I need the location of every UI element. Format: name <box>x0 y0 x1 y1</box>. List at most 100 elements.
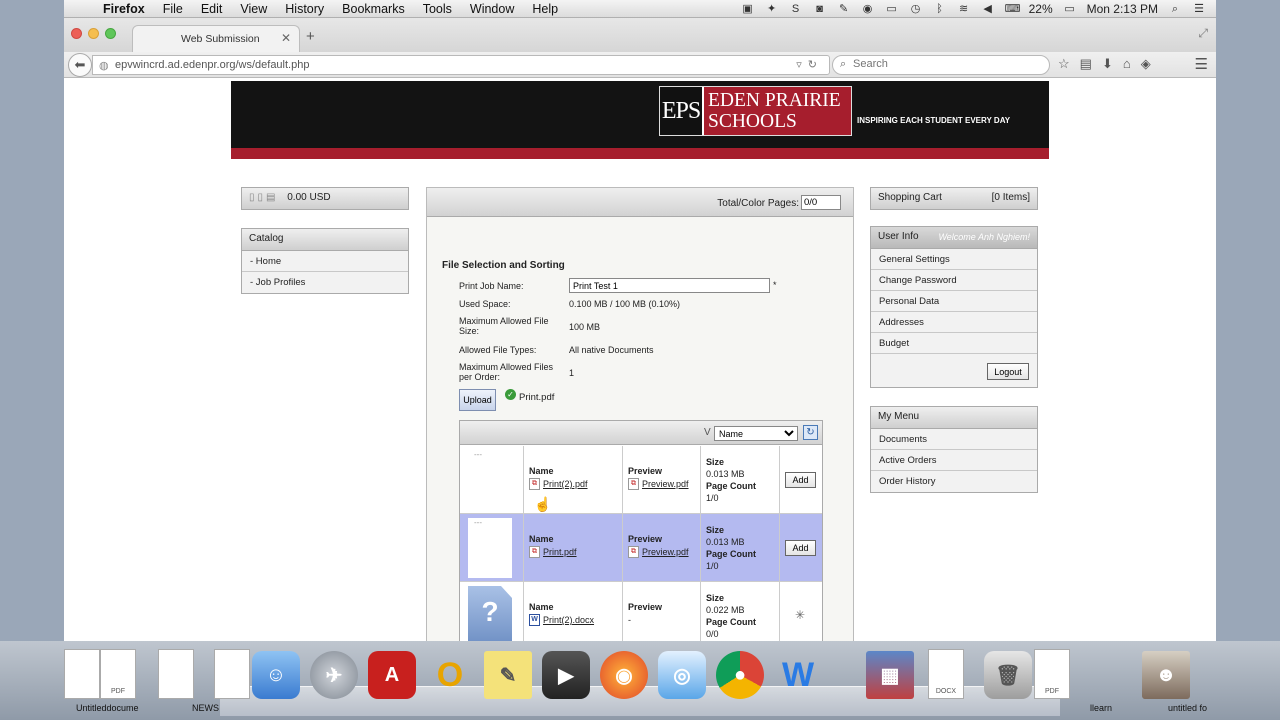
menu-view[interactable]: View <box>231 2 276 16</box>
tab-web-submission[interactable]: Web Submission ✕ <box>132 25 300 52</box>
menubar-clock[interactable]: Mon 2:13 PM <box>1087 2 1158 16</box>
desktop-pdf-icon[interactable]: PDF <box>1034 649 1070 699</box>
file-link[interactable]: ⧉ Print(2).pdf <box>529 478 588 490</box>
file-link[interactable]: W Print(2).docx <box>529 614 594 626</box>
bluetooth-icon[interactable]: ᛒ <box>933 3 947 15</box>
file-name-link[interactable]: Print(2).docx <box>543 615 594 625</box>
menu-budget[interactable]: Budget <box>871 333 1037 354</box>
preview-link[interactable]: ⧉ Preview.pdf <box>628 478 689 490</box>
file-row[interactable]: --- Name ⧉ Print(2).pdf Preview ⧉ Preview.… <box>460 446 822 514</box>
catalog-item-job-profiles[interactable]: - Job Profiles <box>242 272 408 293</box>
menu-edit[interactable]: Edit <box>192 2 232 16</box>
camera-icon[interactable]: ▣ <box>741 3 755 15</box>
minimized-window-icon[interactable]: ▦ <box>866 651 914 699</box>
eps-logo[interactable]: EPS EDEN PRAIRIE SCHOOLS <box>659 86 852 136</box>
evernote-icon[interactable]: ✎ <box>837 3 851 15</box>
dropbox-icon[interactable]: ✦ <box>765 3 779 15</box>
menu-documents[interactable]: Documents <box>871 429 1037 450</box>
stickies-icon[interactable]: ✎ <box>484 651 532 699</box>
photo-thumbnail-icon[interactable]: ☻ <box>1142 651 1190 699</box>
download-icon[interactable]: ⬇ <box>1102 56 1113 72</box>
battery-percent[interactable]: 22% <box>1029 2 1053 16</box>
upload-button[interactable]: Upload <box>459 389 496 411</box>
menu-tools[interactable]: Tools <box>414 2 461 16</box>
shopping-cart-label[interactable]: Shopping Cart <box>878 188 942 209</box>
preview-link[interactable]: ⧉ Preview.pdf <box>628 546 689 558</box>
volume-icon[interactable]: ◀ <box>981 3 995 15</box>
catalog-item-home[interactable]: - Home <box>242 251 408 272</box>
home-icon[interactable]: ⌂ <box>1123 56 1131 72</box>
zoom-window-button[interactable] <box>105 28 116 39</box>
file-name-link[interactable]: Print(2).pdf <box>543 479 588 489</box>
screen-icon[interactable]: ▭ <box>885 3 899 15</box>
trash-icon[interactable]: 🗑 <box>984 651 1032 699</box>
menu-help[interactable]: Help <box>523 2 567 16</box>
outlook-icon[interactable]: O <box>426 651 474 699</box>
logout-button[interactable]: Logout <box>987 363 1029 380</box>
file-name-link[interactable]: Print.pdf <box>543 547 577 557</box>
file-row[interactable]: ? Name W Print(2).docx Preview - Size 0.0… <box>460 582 822 641</box>
file-link[interactable]: ⧉ Print.pdf <box>529 546 577 558</box>
add-button[interactable]: Add <box>785 472 816 488</box>
shopping-cart-box[interactable]: Shopping Cart [0 Items] <box>870 187 1038 210</box>
url-text[interactable]: epvwincrd.ad.edenpr.org/ws/default.php <box>115 59 309 71</box>
menu-change-password[interactable]: Change Password <box>871 270 1037 291</box>
app-status-icon[interactable]: ◙ <box>813 3 827 15</box>
location-icon[interactable]: ◉ <box>861 3 875 15</box>
chrome-icon[interactable]: ● <box>716 651 764 699</box>
search-input[interactable] <box>853 58 1043 70</box>
menu-bookmarks[interactable]: Bookmarks <box>333 2 414 16</box>
wifi-icon[interactable]: ≋ <box>957 3 971 15</box>
preview-file-link[interactable]: Preview.pdf <box>642 547 689 557</box>
menu-window[interactable]: Window <box>461 2 523 16</box>
desktop-file-label[interactable]: Untitleddocume <box>76 703 139 713</box>
total-pages-field[interactable] <box>801 195 841 210</box>
menu-addresses[interactable]: Addresses <box>871 312 1037 333</box>
firefox-icon[interactable]: ◉ <box>600 651 648 699</box>
reading-list-icon[interactable]: ▤ <box>1080 56 1092 72</box>
desktop-document-icon[interactable] <box>158 649 194 699</box>
sort-direction-icon[interactable]: V <box>704 427 711 438</box>
add-button[interactable]: Add <box>785 540 816 556</box>
desktop-folder-label[interactable]: llearn <box>1090 703 1112 713</box>
url-bar[interactable]: ◍ epvwincrd.ad.edenpr.org/ws/default.php… <box>92 55 830 75</box>
menu-history[interactable]: History <box>276 2 333 16</box>
menu-app-name[interactable]: Firefox <box>94 2 154 16</box>
sort-select[interactable]: Name <box>714 426 798 441</box>
fullscreen-icon[interactable]: ⤢ <box>1198 26 1208 41</box>
back-button[interactable]: ⬅ <box>68 53 92 77</box>
desktop-pdf-icon[interactable]: PDF <box>100 649 136 699</box>
pocket-icon[interactable]: ◈ <box>1141 56 1151 72</box>
notification-center-icon[interactable]: ☰ <box>1192 3 1206 15</box>
battery-icon[interactable]: ▭ <box>1063 3 1077 15</box>
skype-icon[interactable]: S <box>789 3 803 15</box>
desktop-document-icon[interactable] <box>214 649 250 699</box>
docx-document-icon[interactable]: DOCX <box>928 649 964 699</box>
menu-active-orders[interactable]: Active Orders <box>871 450 1037 471</box>
acrobat-icon[interactable]: A <box>368 651 416 699</box>
desktop-file-label[interactable]: NEWS <box>192 703 219 713</box>
search-box[interactable]: ⌕ <box>832 55 1050 75</box>
finder-icon[interactable]: ☺ <box>252 651 300 699</box>
close-window-button[interactable] <box>71 28 82 39</box>
launchpad-icon[interactable]: ✈ <box>310 651 358 699</box>
desktop-folder-label[interactable]: untitled fo <box>1168 703 1207 713</box>
keyboard-icon[interactable]: ⌨ <box>1005 3 1021 15</box>
minimize-window-button[interactable] <box>88 28 99 39</box>
new-tab-icon[interactable]: + <box>306 28 315 45</box>
job-name-input[interactable] <box>569 278 770 293</box>
itunes-icon[interactable]: ◎ <box>658 651 706 699</box>
bookmark-star-icon[interactable]: ☆ <box>1058 56 1070 72</box>
refresh-icon[interactable]: ↻ <box>803 425 818 440</box>
menu-order-history[interactable]: Order History <box>871 471 1037 492</box>
spotlight-icon[interactable]: ⌕ <box>1168 3 1182 15</box>
word-icon[interactable]: W <box>774 651 822 699</box>
menu-file[interactable]: File <box>154 2 192 16</box>
tab-close-icon[interactable]: ✕ <box>281 31 291 45</box>
reload-icon[interactable]: ▿↻ <box>796 58 823 71</box>
time-machine-icon[interactable]: ◷ <box>909 3 923 15</box>
file-row-selected[interactable]: --- Name ⧉ Print.pdf Preview ⧉ Preview.pdf… <box>460 514 822 582</box>
hamburger-menu-icon[interactable]: ☰ <box>1195 55 1208 73</box>
menu-personal-data[interactable]: Personal Data <box>871 291 1037 312</box>
menu-general-settings[interactable]: General Settings <box>871 249 1037 270</box>
